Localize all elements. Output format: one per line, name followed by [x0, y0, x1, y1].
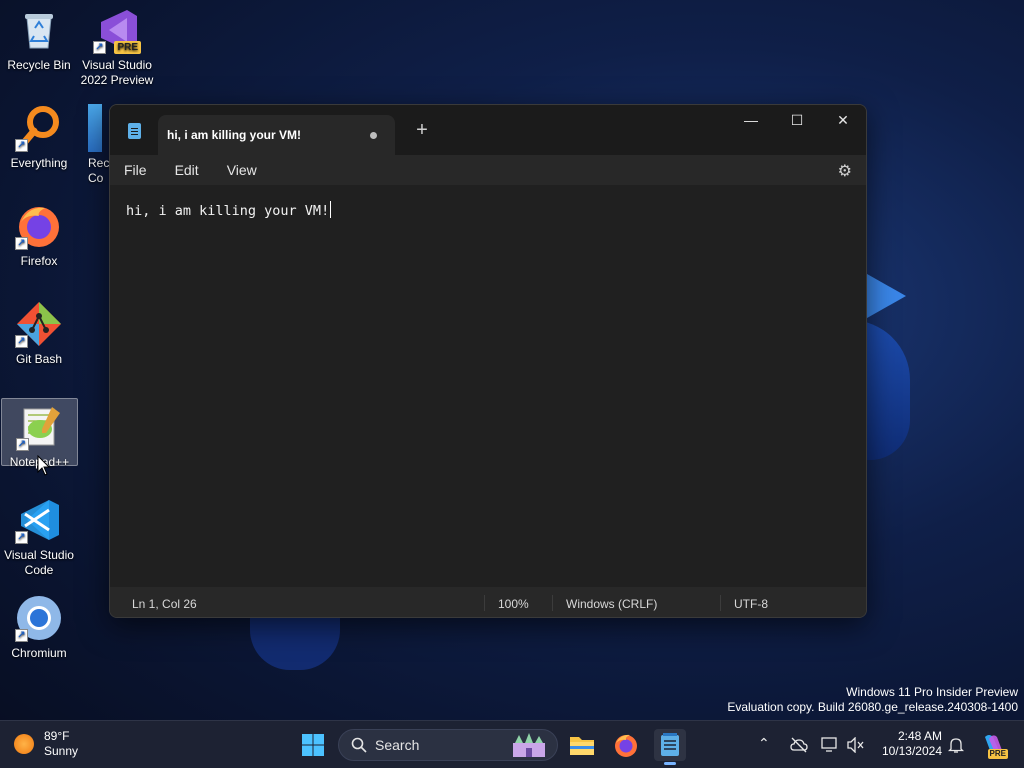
- pre-badge: PRE: [114, 41, 141, 54]
- chromium-icon: ↗: [15, 594, 63, 642]
- title-bar[interactable]: hi, i am killing your VM! + — ☐ ✕: [110, 105, 866, 155]
- notepad-plus-plus-icon: ↗: [15, 403, 64, 451]
- settings-gear-icon[interactable]: ⚙: [838, 161, 852, 181]
- taskbar-file-explorer[interactable]: [566, 729, 598, 761]
- tab-title: hi, i am killing your VM!: [167, 128, 302, 142]
- desktop-icon-git-bash[interactable]: ↗ Git Bash: [0, 300, 78, 367]
- unsaved-dot-icon[interactable]: [370, 132, 377, 139]
- weather-widget[interactable]: 89°F Sunny: [14, 729, 78, 759]
- notepad-app-icon: [128, 123, 141, 139]
- notification-bell-icon[interactable]: [948, 736, 964, 754]
- evaluation-watermark: Windows 11 Pro Insider Preview Evaluatio…: [727, 685, 1018, 715]
- firefox-icon: [615, 734, 637, 757]
- desktop-icon-label: Visual Studio Code: [4, 548, 74, 577]
- taskbar: 89°F Sunny Search ⌃ 2:48 AM 10/13/2024 P…: [0, 720, 1024, 768]
- notepad-window[interactable]: hi, i am killing your VM! + — ☐ ✕ File E…: [109, 104, 867, 618]
- menu-view[interactable]: View: [213, 162, 271, 178]
- desktop-icon-label: Visual Studio 2022 Preview: [80, 58, 154, 87]
- shortcut-arrow-icon: ↗: [93, 41, 106, 54]
- desktop-icon-label: Recycle Bin: [7, 58, 71, 72]
- cursor-position: Ln 1, Col 26: [132, 597, 197, 611]
- desktop-icon-everything[interactable]: ↗ Everything: [0, 104, 78, 171]
- weather-condition: Sunny: [44, 744, 79, 758]
- copilot-button[interactable]: PRE: [978, 729, 1010, 761]
- desktop-icon-label: Rec Co: [88, 156, 110, 185]
- sun-icon: [14, 734, 34, 754]
- editor-content: hi, i am killing your VM!: [126, 203, 330, 219]
- text-caret: [330, 201, 332, 218]
- desktop-icon-label: Git Bash: [15, 352, 63, 366]
- watermark-line: Windows 11 Pro Insider Preview: [846, 685, 1018, 699]
- desktop-icon-partial[interactable]: Rec Co: [88, 104, 110, 186]
- zoom-level: 100%: [498, 597, 529, 611]
- clock-time: 2:48 AM: [897, 729, 942, 743]
- shortcut-arrow-icon: ↗: [15, 629, 28, 642]
- windows-logo-icon: [302, 734, 324, 756]
- desktop-icon-label: Chromium: [11, 646, 67, 660]
- shortcut-arrow-icon: ↗: [15, 335, 28, 348]
- clock[interactable]: 2:48 AM 10/13/2024: [872, 729, 942, 759]
- partial-app-icon: [88, 104, 102, 152]
- desktop-icon-label: Everything: [10, 156, 68, 170]
- menu-file[interactable]: File: [110, 162, 161, 178]
- menu-edit[interactable]: Edit: [161, 162, 213, 178]
- everything-icon: ↗: [15, 104, 63, 152]
- notepad-icon: [661, 733, 679, 756]
- desktop-icon-recycle-bin[interactable]: Recycle Bin: [0, 6, 78, 73]
- close-button[interactable]: ✕: [820, 105, 866, 135]
- weather-temp: 89°F: [44, 729, 70, 743]
- taskbar-firefox[interactable]: [610, 729, 642, 761]
- network-icon[interactable]: [821, 737, 839, 753]
- recycle-bin-icon: [15, 6, 63, 54]
- onedrive-paused-icon[interactable]: [790, 737, 808, 753]
- wallpaper-bloom: [250, 612, 340, 670]
- watermark-line: Evaluation copy. Build 26080.ge_release.…: [727, 700, 1018, 714]
- firefox-icon: ↗: [15, 202, 63, 250]
- desktop-icon-label: Firefox: [20, 254, 58, 268]
- shortcut-arrow-icon: ↗: [15, 531, 28, 544]
- tab-document[interactable]: hi, i am killing your VM!: [158, 115, 395, 155]
- desktop-icon-chromium[interactable]: ↗ Chromium: [0, 594, 78, 661]
- status-bar: Ln 1, Col 26 100% Windows (CRLF) UTF-8: [110, 587, 866, 617]
- encoding: UTF-8: [734, 597, 768, 611]
- status-divider: [552, 595, 553, 611]
- search-box[interactable]: Search: [338, 729, 558, 761]
- show-hidden-icons-chevron-icon[interactable]: ⌃: [758, 735, 770, 752]
- new-tab-button[interactable]: +: [412, 119, 432, 142]
- vscode-icon: ↗: [15, 496, 63, 544]
- clock-date: 10/13/2024: [881, 744, 942, 758]
- text-editor[interactable]: hi, i am killing your VM!: [110, 185, 866, 587]
- folder-icon: [570, 737, 594, 755]
- shortcut-arrow-icon: ↗: [15, 139, 28, 152]
- copilot-pre-badge: PRE: [987, 749, 1008, 759]
- menu-bar: File Edit View ⚙: [110, 155, 866, 185]
- maximize-button[interactable]: ☐: [774, 105, 820, 135]
- line-ending: Windows (CRLF): [566, 597, 658, 611]
- git-bash-icon: ↗: [15, 300, 63, 348]
- taskbar-notepad[interactable]: [654, 729, 686, 765]
- search-label: Search: [375, 737, 420, 753]
- volume-muted-icon[interactable]: [847, 737, 865, 753]
- desktop-icon-visual-studio[interactable]: PRE ↗ Visual Studio 2022 Preview: [78, 6, 156, 88]
- shortcut-arrow-icon: ↗: [15, 438, 29, 451]
- search-icon: [351, 737, 367, 753]
- desktop-icon-vscode[interactable]: ↗ Visual Studio Code: [0, 496, 78, 578]
- status-divider: [484, 595, 485, 611]
- start-button[interactable]: [297, 729, 329, 761]
- search-highlight-icon: [513, 733, 545, 757]
- mouse-cursor-icon: [37, 455, 51, 476]
- desktop-icon-firefox[interactable]: ↗ Firefox: [0, 202, 78, 269]
- shortcut-arrow-icon: ↗: [15, 237, 28, 250]
- minimize-button[interactable]: —: [728, 105, 774, 135]
- status-divider: [720, 595, 721, 611]
- visual-studio-icon: PRE ↗: [93, 6, 141, 54]
